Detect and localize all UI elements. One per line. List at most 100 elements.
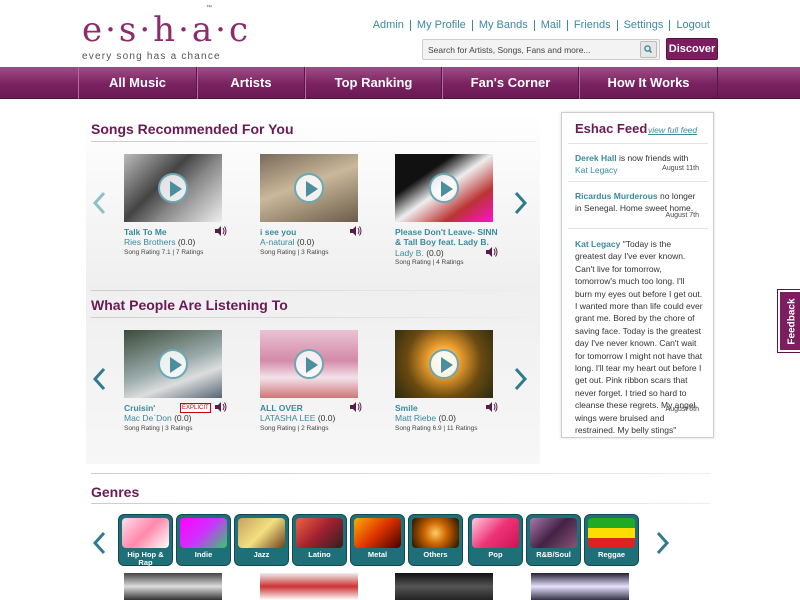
genre-image xyxy=(530,518,577,548)
divider xyxy=(568,228,708,229)
nav-how-it-works[interactable]: How It Works xyxy=(579,67,718,99)
genre-jazz[interactable]: Jazz xyxy=(234,514,289,566)
song-artist[interactable]: LATASHA LEE (0.0) xyxy=(260,413,335,423)
artist-name[interactable]: Lady B. xyxy=(395,248,424,258)
speaker-icon[interactable] xyxy=(215,226,227,236)
genre-hip-hop[interactable]: Hip Hop & Rap xyxy=(118,514,173,567)
prev-arrow-icon[interactable] xyxy=(92,191,106,215)
genre-reggae[interactable]: Reggae xyxy=(584,514,639,566)
prev-arrow-icon[interactable] xyxy=(92,367,106,391)
song-rating: Song Rating 6.9 | 11 Ratings xyxy=(395,425,478,432)
discover-button[interactable]: Discover xyxy=(666,38,718,60)
song-rating: Song Rating | 3 Ratings xyxy=(260,249,329,256)
artist-name[interactable]: Matt Riebe xyxy=(395,413,436,423)
song-score: (0.0) xyxy=(177,237,196,247)
feed-date: August 11th xyxy=(662,165,699,172)
feed-date: August 6th xyxy=(665,406,699,413)
my-bands-link[interactable]: My Bands xyxy=(471,20,534,31)
nav-all-music[interactable]: All Music xyxy=(78,67,197,99)
genre-metal[interactable]: Metal xyxy=(350,514,405,566)
song-title[interactable]: Smile xyxy=(395,403,418,413)
friends-link[interactable]: Friends xyxy=(566,20,617,31)
search-input[interactable] xyxy=(423,40,633,60)
feed-user-link[interactable]: Kat Legacy xyxy=(575,239,620,249)
song-score: (0.0) xyxy=(317,413,336,423)
logo[interactable]: e·s·h·a·c xyxy=(82,10,251,50)
play-icon[interactable] xyxy=(429,349,459,379)
song-artist[interactable]: Matt Riebe (0.0) xyxy=(395,413,456,423)
genre-indie[interactable]: Indie xyxy=(176,514,231,566)
feed-text: is now friends with xyxy=(616,153,689,163)
song-title[interactable]: Please Don't Leave- SINN & Tall Boy feat… xyxy=(395,227,505,247)
song-artist[interactable]: A-natural (0.0) xyxy=(260,237,314,247)
logout-link[interactable]: Logout xyxy=(669,20,716,31)
nav-artists[interactable]: Artists xyxy=(197,67,305,99)
genre-label: Indie xyxy=(194,550,213,559)
genre-rnb-soul[interactable]: R&B/Soul xyxy=(526,514,581,566)
play-icon[interactable] xyxy=(158,349,188,379)
nav-fans-corner[interactable]: Fan's Corner xyxy=(442,67,579,99)
next-arrow-icon[interactable] xyxy=(656,531,670,555)
speaker-icon[interactable] xyxy=(486,402,498,412)
genre-others[interactable]: Others xyxy=(408,514,463,566)
genre-label: Reggae xyxy=(597,550,626,559)
play-icon[interactable] xyxy=(294,349,324,379)
song-title[interactable]: ALL OVER xyxy=(260,403,303,413)
artist-name[interactable]: A-natural xyxy=(260,237,295,247)
song-thumbnail[interactable] xyxy=(124,573,222,600)
speaker-icon[interactable] xyxy=(215,402,227,412)
next-arrow-icon[interactable] xyxy=(514,191,528,215)
song-title[interactable]: Cruisin' xyxy=(124,403,155,413)
speaker-icon[interactable] xyxy=(350,402,362,412)
song-rating: Song Rating | 4 Ratings xyxy=(395,259,464,266)
artist-name[interactable]: Mac De`Don xyxy=(124,413,172,423)
genre-latino[interactable]: Latino xyxy=(292,514,347,566)
song-artist[interactable]: Ries Brothers (0.0) xyxy=(124,237,195,247)
song-thumbnail[interactable] xyxy=(531,573,629,600)
song-thumbnail[interactable] xyxy=(395,573,493,600)
song-artist[interactable]: Lady B. (0.0) xyxy=(395,248,444,258)
search-box xyxy=(422,39,660,60)
feed-user-link[interactable]: Derek Hall xyxy=(575,153,617,163)
speaker-icon[interactable] xyxy=(486,247,498,257)
genre-pop[interactable]: Pop xyxy=(468,514,523,566)
speaker-icon[interactable] xyxy=(350,226,362,236)
song-rating: Song Rating 7.1 | 7 Ratings xyxy=(124,249,204,256)
feed-date: August 7th xyxy=(665,212,699,219)
feed-title: Eshac Feed xyxy=(575,121,648,136)
genre-image xyxy=(180,518,227,548)
song-title[interactable]: Talk To Me xyxy=(124,227,167,237)
settings-link[interactable]: Settings xyxy=(616,20,670,31)
genres-title: Genres xyxy=(91,484,140,500)
artist-name[interactable]: LATASHA LEE xyxy=(260,413,315,423)
play-icon[interactable] xyxy=(158,173,188,203)
genre-label: Hip Hop & Rap xyxy=(127,550,164,567)
song-title[interactable]: i see you xyxy=(260,227,296,237)
divider xyxy=(568,143,708,144)
genre-image xyxy=(296,518,343,548)
genre-label: Jazz xyxy=(253,550,270,559)
main-nav: All Music Artists Top Ranking Fan's Corn… xyxy=(78,67,718,99)
divider xyxy=(568,181,708,182)
prev-arrow-icon[interactable] xyxy=(92,531,106,555)
search-button[interactable] xyxy=(640,41,657,58)
next-arrow-icon[interactable] xyxy=(514,367,528,391)
genre-image xyxy=(354,518,401,548)
mail-link[interactable]: Mail xyxy=(533,20,567,31)
my-profile-link[interactable]: My Profile xyxy=(409,20,472,31)
song-score: (0.0) xyxy=(438,413,456,423)
listening-title: What People Are Listening To xyxy=(91,297,288,313)
genre-image xyxy=(588,518,635,548)
view-full-feed-link[interactable]: view full feed xyxy=(648,125,697,135)
song-artist[interactable]: Mac De`Don (0.0) xyxy=(124,413,192,423)
feedback-tab[interactable]: Feedback xyxy=(777,289,800,353)
song-thumbnail[interactable] xyxy=(260,573,358,600)
play-icon[interactable] xyxy=(294,173,324,203)
play-icon[interactable] xyxy=(429,173,459,203)
genre-label: R&B/Soul xyxy=(536,550,571,559)
artist-name[interactable]: Ries Brothers xyxy=(124,237,176,247)
nav-top-ranking[interactable]: Top Ranking xyxy=(305,67,442,99)
admin-link[interactable]: Admin xyxy=(367,20,410,31)
divider xyxy=(91,141,536,142)
feed-user-link[interactable]: Ricardus Murderous xyxy=(575,191,658,201)
